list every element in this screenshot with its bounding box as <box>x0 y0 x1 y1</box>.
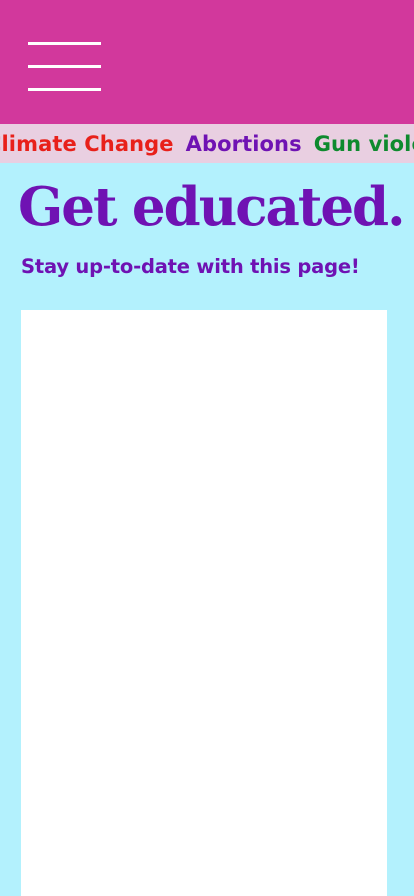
page-subtitle: Stay up-to-date with this page! <box>21 255 360 278</box>
menu-bar-line <box>28 65 101 68</box>
page-title: Get educated. <box>18 176 406 238</box>
ticker-item-abortions[interactable]: Abortions <box>186 132 302 156</box>
ticker-track: Climate Change Abortions Gun violence <box>0 124 414 163</box>
ticker-item-gun-violence[interactable]: Gun violence <box>314 132 414 156</box>
content-panel <box>21 310 387 896</box>
ticker-item-climate-change[interactable]: Climate Change <box>0 132 174 156</box>
site-header <box>0 0 414 124</box>
hamburger-menu-button[interactable] <box>28 42 102 94</box>
menu-bar-line <box>28 88 101 91</box>
menu-bar-line <box>28 42 101 45</box>
topic-ticker: Climate Change Abortions Gun violence <box>0 124 414 163</box>
